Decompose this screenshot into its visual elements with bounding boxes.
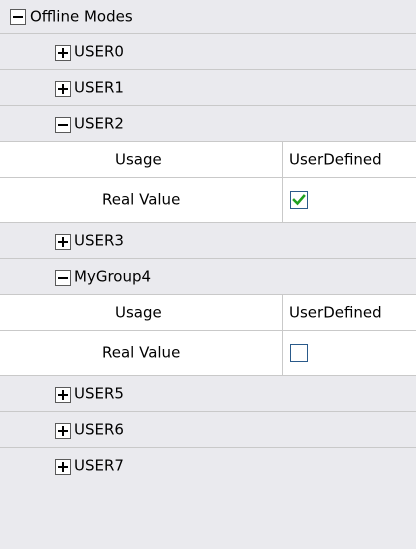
expand-icon[interactable]	[55, 45, 71, 61]
property-name: Real Value	[102, 343, 181, 362]
collapse-icon[interactable]	[10, 9, 26, 25]
tree-row-user7[interactable]: USER7	[0, 448, 416, 549]
tree-row-label: USER1	[74, 78, 124, 96]
property-name-cell: Usage	[0, 142, 283, 177]
property-value-cell	[284, 178, 416, 222]
tree-row-user1[interactable]: USER1	[0, 70, 416, 106]
checkmark-icon	[292, 194, 306, 206]
property-row-usage: Usage UserDefined	[0, 142, 416, 178]
property-name-cell: Usage	[0, 295, 283, 330]
real-value-checkbox[interactable]	[290, 344, 308, 362]
property-name: Usage	[115, 303, 162, 321]
property-value-cell	[284, 331, 416, 375]
property-name-cell: Real Value	[0, 178, 283, 222]
expand-icon[interactable]	[55, 459, 71, 475]
expand-icon[interactable]	[55, 387, 71, 403]
tree-row-label: USER7	[74, 456, 124, 475]
collapse-icon[interactable]	[55, 117, 71, 133]
property-value-cell[interactable]: UserDefined	[284, 142, 416, 177]
property-name: Real Value	[102, 190, 181, 209]
tree-row-label: Offline Modes	[30, 7, 133, 25]
tree-row-label: USER0	[74, 42, 124, 60]
tree-row-label: USER2	[74, 114, 124, 132]
expand-icon[interactable]	[55, 234, 71, 250]
tree-row-mygroup4[interactable]: MyGroup4	[0, 259, 416, 295]
tree-row-label: MyGroup4	[74, 267, 152, 285]
tree-row-user5[interactable]: USER5	[0, 376, 416, 412]
property-row-usage: Usage UserDefined	[0, 295, 416, 331]
expand-icon[interactable]	[55, 81, 71, 97]
usage-value[interactable]: UserDefined	[289, 305, 382, 320]
property-value-cell[interactable]: UserDefined	[284, 295, 416, 330]
tree-row-user2[interactable]: USER2	[0, 106, 416, 142]
property-grid: Offline Modes USER0 USER1 USER2 Usage Us…	[0, 0, 416, 549]
property-row-real-value: Real Value	[0, 331, 416, 376]
tree-row-label: USER6	[74, 420, 124, 438]
tree-row-offline-modes[interactable]: Offline Modes	[0, 0, 416, 34]
property-name-cell: Real Value	[0, 331, 283, 375]
real-value-checkbox[interactable]	[290, 191, 308, 209]
expand-icon[interactable]	[55, 423, 71, 439]
collapse-icon[interactable]	[55, 270, 71, 286]
property-row-real-value: Real Value	[0, 178, 416, 223]
tree-row-user0[interactable]: USER0	[0, 34, 416, 70]
tree-row-label: USER3	[74, 231, 124, 249]
tree-row-label: USER5	[74, 384, 124, 402]
property-name: Usage	[115, 150, 162, 168]
tree-row-user3[interactable]: USER3	[0, 223, 416, 259]
tree-row-user6[interactable]: USER6	[0, 412, 416, 448]
usage-value[interactable]: UserDefined	[289, 152, 382, 167]
